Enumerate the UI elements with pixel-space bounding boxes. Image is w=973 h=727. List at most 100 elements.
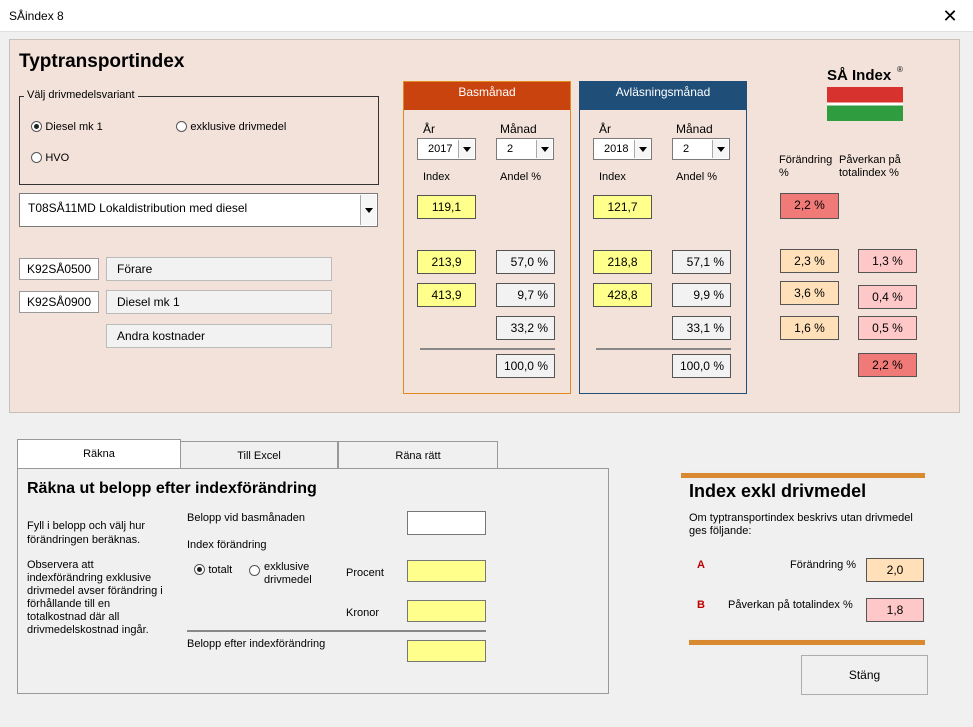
close-button[interactable]: Stäng — [801, 655, 928, 695]
radio-hvo-label: HVO — [45, 152, 70, 164]
avl-share-1: 57,1 % — [672, 250, 731, 274]
bas-year-select[interactable]: 2017 — [417, 138, 476, 160]
avl-panel: Avläsningsmånad År Månad 2018 2 Index An… — [579, 81, 747, 394]
bas-year-value: 2017 — [428, 143, 453, 155]
bas-share-1: 57,0 % — [496, 250, 555, 274]
bas-index-value: 119,1 — [417, 195, 476, 219]
bas-value-1: 213,9 — [417, 250, 476, 274]
avl-total-share: 100,0 % — [672, 354, 731, 378]
bas-year-label: År — [423, 122, 435, 136]
bas-month-value: 2 — [507, 143, 514, 155]
radio-excl[interactable]: exklusive drivmedel — [176, 119, 286, 133]
avl-value-2: 428,8 — [593, 283, 652, 307]
page-title: Typtransportindex — [19, 51, 185, 72]
chevron-down-icon[interactable] — [712, 140, 728, 158]
row-name-3: Andra kostnader — [106, 324, 332, 348]
radio-totalt-label: totalt — [208, 564, 233, 576]
excl-top-bar — [681, 471, 925, 478]
avl-divider — [596, 348, 731, 350]
bas-month-label: Månad — [500, 122, 537, 136]
radio-diesel-label: Diesel mk 1 — [45, 121, 103, 133]
bas-value-2: 413,9 — [417, 283, 476, 307]
tab-till-excel[interactable]: Till Excel — [180, 441, 338, 469]
excl-b-value: 1,8 — [866, 598, 924, 622]
avl-index-label: Index — [599, 171, 626, 183]
percent-output — [407, 560, 486, 582]
excl-bottom-bar — [689, 638, 925, 645]
avl-share-3: 33,1 % — [672, 316, 731, 340]
avl-year-select[interactable]: 2018 — [593, 138, 652, 160]
radio-on-icon[interactable] — [31, 121, 42, 133]
variant-group-label: Välj drivmedelsvariant — [24, 89, 138, 101]
close-icon[interactable]: ✕ — [927, 0, 973, 32]
bas-panel: Basmånad År Månad 2017 2 Index Andel % 1… — [403, 81, 571, 394]
amount-base-label: Belopp vid basmånaden — [187, 512, 306, 524]
chevron-down-icon[interactable] — [458, 140, 474, 158]
avl-year-label: År — [599, 122, 611, 136]
impact-label: Påverkan på totalindex % — [839, 154, 901, 179]
excl-heading: Index exkl drivmedel — [689, 481, 867, 501]
bas-share-2: 9,7 % — [496, 283, 555, 307]
chevron-down-icon[interactable] — [360, 195, 376, 225]
radio-on-icon[interactable] — [194, 564, 205, 576]
logo-graphic — [827, 87, 903, 121]
radio-diesel[interactable]: Diesel mk 1 — [31, 119, 103, 133]
bas-divider — [420, 348, 555, 350]
amount-after-label: Belopp efter indexförändring — [187, 638, 326, 650]
radio-off-icon[interactable] — [31, 152, 42, 164]
avl-share-2: 9,9 % — [672, 283, 731, 307]
total-impact-value: 2,2 % — [858, 353, 917, 377]
kronor-label: Kronor — [346, 607, 380, 619]
kronor-output — [407, 600, 486, 622]
percent-label: Procent — [346, 567, 384, 579]
tab-rana-ratt[interactable]: Räna rätt — [338, 441, 498, 469]
tab-rakna[interactable]: Räkna — [17, 439, 181, 469]
avl-header: Avläsningsmånad — [580, 82, 746, 110]
bas-index-label: Index — [423, 171, 450, 183]
bas-total-share: 100,0 % — [496, 354, 555, 378]
radio-exkl-label: exklusive drivmedel — [264, 561, 312, 586]
calc-divider — [187, 630, 486, 632]
calc-help-2: Observera att indexförändring exklusive … — [27, 559, 163, 636]
amount-base-input[interactable] — [407, 511, 486, 535]
logo-text: SÅ Index — [827, 67, 892, 84]
bas-share-3: 33,2 % — [496, 316, 555, 340]
row-code-1: K92SÅ0500 — [19, 258, 99, 280]
radio-off-icon[interactable] — [249, 565, 260, 576]
amount-after-output — [407, 640, 486, 662]
avl-value-1: 218,8 — [593, 250, 652, 274]
avl-month-value: 2 — [683, 143, 690, 155]
category-select-value: T08SÅ11MD Lokaldistribution med diesel — [28, 201, 248, 215]
chevron-down-icon[interactable] — [536, 140, 552, 158]
radio-totalt[interactable]: totalt — [194, 562, 232, 576]
avl-index-value: 121,7 — [593, 195, 652, 219]
change-value-2: 3,6 % — [780, 281, 839, 305]
logo-mark: ® — [897, 65, 903, 74]
impact-value-1: 1,3 % — [858, 249, 917, 273]
excl-desc: Om typtransportindex beskrivs utan drivm… — [689, 512, 913, 537]
avl-share-label: Andel % — [676, 171, 717, 183]
row-code-2: K92SÅ0900 — [19, 291, 99, 313]
radio-exkl[interactable]: exklusive drivmedel — [249, 561, 319, 587]
radio-off-icon[interactable] — [176, 121, 187, 133]
impact-value-3: 0,5 % — [858, 316, 917, 340]
avl-month-select[interactable]: 2 — [672, 138, 730, 160]
bas-month-select[interactable]: 2 — [496, 138, 554, 160]
row-name-1: Förare — [106, 257, 332, 281]
excl-a-letter: A — [697, 559, 705, 571]
chevron-down-icon[interactable] — [634, 140, 650, 158]
window-title: SÅindex 8 — [9, 9, 64, 23]
category-select[interactable]: T08SÅ11MD Lokaldistribution med diesel — [19, 193, 378, 227]
excl-b-label: Påverkan på totalindex % — [728, 599, 853, 611]
radio-hvo[interactable]: HVO — [31, 150, 69, 164]
title-bar: SÅindex 8 ✕ — [0, 0, 973, 32]
bas-header: Basmånad — [404, 82, 570, 110]
excl-a-label: Förändring % — [790, 559, 857, 571]
avl-year-value: 2018 — [604, 143, 629, 155]
variant-groupbox: Välj drivmedelsvariant Diesel mk 1 exklu… — [19, 89, 379, 185]
sa-index-logo: SÅ Index ® — [825, 65, 905, 123]
total-change-value: 2,2 % — [780, 193, 839, 219]
excl-b-letter: B — [697, 599, 705, 611]
change-value-1: 2,3 % — [780, 249, 839, 273]
calc-help-1: Fyll i belopp och välj hur förändringen … — [27, 520, 146, 546]
